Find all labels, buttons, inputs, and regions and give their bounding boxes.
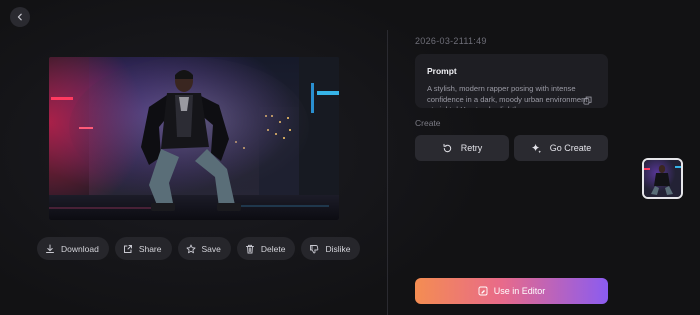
delete-button[interactable]: Delete [236,237,296,260]
thumbs-down-icon [310,244,319,253]
thumbnail-graphic [644,160,681,197]
save-label: Save [201,243,221,254]
chevron-left-icon [17,13,22,21]
dislike-label: Dislike [325,243,351,254]
share-label: Share [138,243,162,254]
image-actions: Download Share Save Delete Dislike [37,237,361,260]
back-button[interactable] [10,7,30,27]
retry-button[interactable]: Retry [415,135,509,161]
prompt-card: Prompt A stylish, modern rapper posing w… [415,54,608,108]
share-button[interactable]: Share [114,237,172,260]
retry-label: Retry [460,143,483,153]
download-icon [46,244,54,253]
panel-divider [387,30,388,315]
image-thumbnail[interactable] [642,158,683,199]
sparkle-icon [531,143,541,153]
generated-image-graphic [49,57,339,220]
prompt-title: Prompt [427,66,457,76]
prompt-text: A stylish, modern rapper posing with int… [427,84,588,108]
timestamp: 2026-03-2111:49 [415,36,487,46]
share-icon [123,244,132,253]
star-icon [186,244,195,253]
go-create-button[interactable]: Go Create [514,135,608,161]
go-create-label: Go Create [549,143,592,153]
create-actions: Retry Go Create [415,135,608,161]
dislike-button[interactable]: Dislike [301,237,361,260]
trash-icon [245,244,254,253]
use-in-editor-label: Use in Editor [493,286,546,296]
edit-image-icon [478,286,488,296]
delete-label: Delete [260,243,286,254]
download-label: Download [61,243,99,254]
use-in-editor-button[interactable]: Use in Editor [415,278,608,304]
generated-image[interactable] [49,57,339,220]
save-button[interactable]: Save [177,237,231,260]
download-button[interactable]: Download [37,237,109,260]
create-section-label: Create [415,118,441,128]
copy-icon[interactable] [583,96,592,105]
retry-icon [443,143,451,152]
